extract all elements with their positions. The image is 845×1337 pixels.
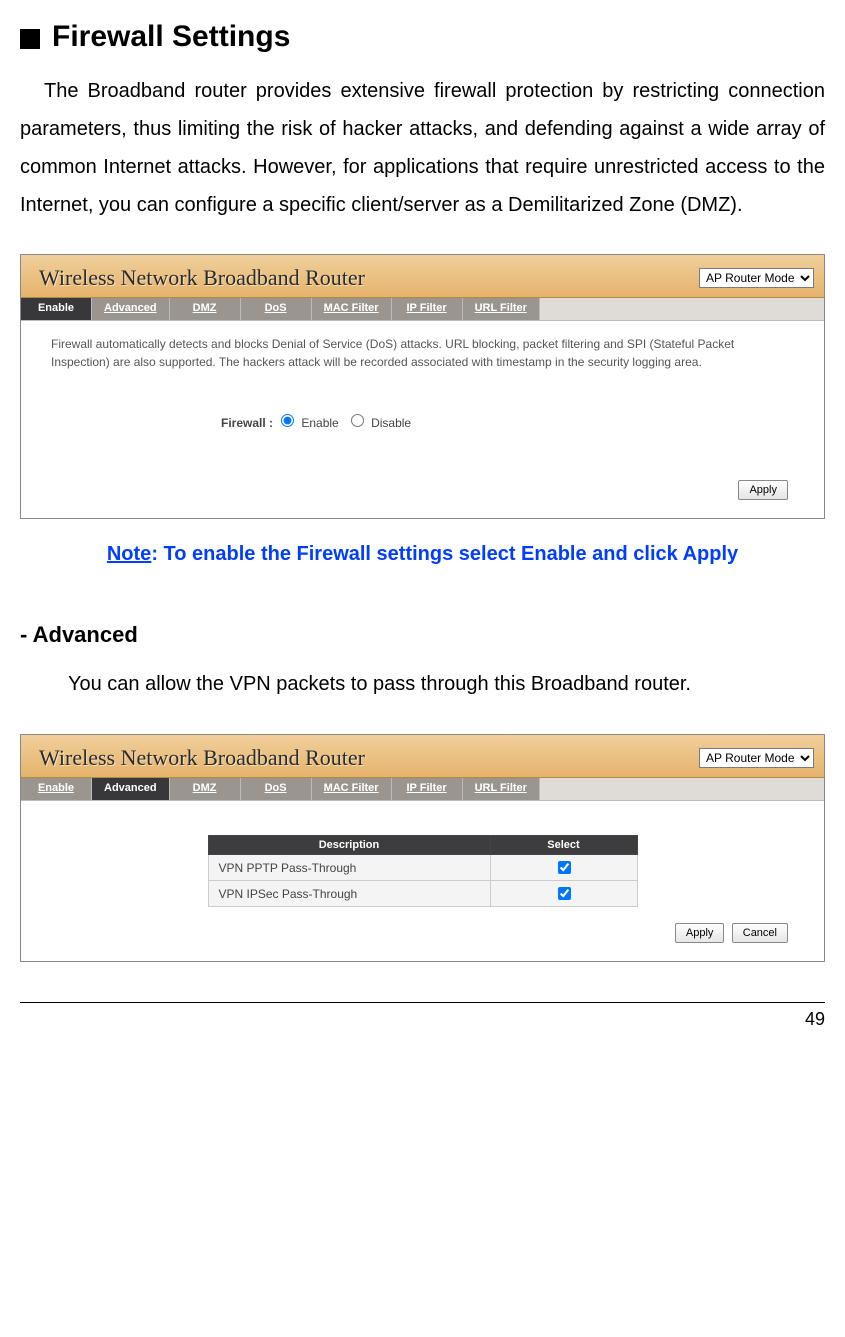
firewall-field-label: Firewall : — [221, 416, 273, 430]
apply-button[interactable]: Apply — [675, 923, 725, 943]
section-heading: Firewall Settings — [20, 20, 825, 54]
tab-ip-filter[interactable]: IP Filter — [392, 778, 463, 800]
vpn-row-desc: VPN IPSec Pass-Through — [208, 881, 490, 907]
firewall-description: Firewall automatically detects and block… — [51, 335, 794, 371]
tab-advanced[interactable]: Advanced — [92, 778, 170, 800]
table-row: VPN IPSec Pass-Through — [208, 881, 637, 907]
tab-ip-filter[interactable]: IP Filter — [392, 298, 463, 320]
apply-button[interactable]: Apply — [738, 480, 788, 500]
router-panel-enable: Wireless Network Broadband Router AP Rou… — [20, 254, 825, 519]
tab-mac-filter[interactable]: MAC Filter — [312, 778, 392, 800]
firewall-disable-radio[interactable] — [351, 414, 364, 427]
heading-bullet-icon — [20, 29, 40, 49]
mode-select[interactable]: AP Router Mode — [699, 748, 814, 768]
vpn-table-wrap: Description Select VPN PPTP Pass-Through… — [51, 835, 794, 907]
tabbar: EnableAdvancedDMZDoSMAC FilterIP FilterU… — [21, 778, 824, 801]
mode-select[interactable]: AP Router Mode — [699, 268, 814, 288]
tab-mac-filter[interactable]: MAC Filter — [312, 298, 392, 320]
th-description: Description — [208, 836, 490, 855]
vpn-row-desc: VPN PPTP Pass-Through — [208, 855, 490, 881]
vpn-row-checkbox[interactable] — [558, 861, 571, 874]
advanced-heading: - Advanced — [20, 622, 825, 648]
tab-url-filter[interactable]: URL Filter — [463, 298, 540, 320]
button-bar: Apply Cancel — [51, 923, 794, 949]
tab-dmz[interactable]: DMZ — [170, 778, 241, 800]
vpn-table: Description Select VPN PPTP Pass-Through… — [208, 835, 638, 907]
firewall-option-row: Firewall : Enable Disable — [221, 411, 794, 430]
firewall-disable-label: Disable — [371, 416, 411, 430]
vpn-row-select-cell — [490, 855, 637, 881]
tab-enable[interactable]: Enable — [21, 298, 92, 320]
panel-body: Description Select VPN PPTP Pass-Through… — [21, 801, 824, 961]
vpn-row-select-cell — [490, 881, 637, 907]
heading-text: Firewall Settings — [52, 20, 290, 54]
note-line: Note: To enable the Firewall settings se… — [20, 543, 825, 566]
note-rest: : To enable the Firewall settings select… — [151, 543, 738, 565]
advanced-intro: You can allow the VPN packets to pass th… — [68, 668, 825, 700]
router-title: Wireless Network Broadband Router — [39, 265, 365, 291]
firewall-enable-radio[interactable] — [281, 414, 294, 427]
th-select: Select — [490, 836, 637, 855]
tab-advanced[interactable]: Advanced — [92, 298, 170, 320]
tab-dmz[interactable]: DMZ — [170, 298, 241, 320]
note-word: Note — [107, 543, 151, 565]
vpn-row-checkbox[interactable] — [558, 887, 571, 900]
tabbar: EnableAdvancedDMZDoSMAC FilterIP FilterU… — [21, 298, 824, 321]
router-header: Wireless Network Broadband Router AP Rou… — [21, 255, 824, 298]
tab-enable[interactable]: Enable — [21, 778, 92, 800]
tab-dos[interactable]: DoS — [241, 298, 312, 320]
firewall-enable-label: Enable — [301, 416, 338, 430]
router-header: Wireless Network Broadband Router AP Rou… — [21, 735, 824, 778]
tab-url-filter[interactable]: URL Filter — [463, 778, 540, 800]
page-rule — [20, 1002, 825, 1003]
button-bar: Apply — [51, 480, 794, 506]
router-panel-advanced: Wireless Network Broadband Router AP Rou… — [20, 734, 825, 962]
tab-dos[interactable]: DoS — [241, 778, 312, 800]
table-row: VPN PPTP Pass-Through — [208, 855, 637, 881]
router-title: Wireless Network Broadband Router — [39, 745, 365, 771]
page-number: 49 — [20, 1009, 825, 1030]
cancel-button[interactable]: Cancel — [732, 923, 788, 943]
intro-paragraph: The Broadband router provides extensive … — [20, 72, 825, 224]
panel-body: Firewall automatically detects and block… — [21, 321, 824, 518]
